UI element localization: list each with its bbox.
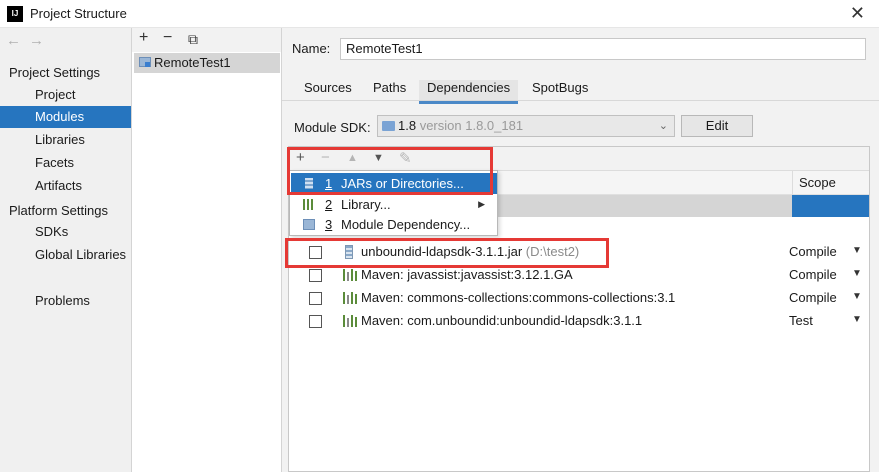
- nav-item-problems[interactable]: Problems: [0, 290, 131, 312]
- edit-pencil-icon[interactable]: ✎: [399, 149, 412, 167]
- dependency-name: unboundid-ldapsdk-3.1.1.jar: [361, 244, 523, 259]
- table-row[interactable]: Maven: com.unboundid:unboundid-ldapsdk:3…: [289, 310, 869, 333]
- tab-paths[interactable]: Paths: [373, 80, 406, 95]
- module-toolbar: + − ⧉: [132, 28, 281, 52]
- dependency-path: (D:\test2): [525, 244, 580, 259]
- menu-item-label: JARs or Directories...: [341, 176, 464, 191]
- remove-module-icon[interactable]: −: [163, 29, 172, 47]
- export-checkbox[interactable]: [309, 292, 322, 305]
- nav-group-platform-settings: Platform Settings: [9, 203, 108, 218]
- nav-item-facets[interactable]: Facets: [0, 152, 131, 174]
- move-up-icon[interactable]: ▲: [347, 152, 358, 164]
- module-icon: [139, 57, 151, 67]
- scope-dropdown-icon[interactable]: ▼: [852, 245, 862, 256]
- edit-sdk-button[interactable]: Edit: [681, 115, 753, 137]
- name-label: Name:: [292, 41, 331, 56]
- back-arrow-icon[interactable]: ←: [6, 32, 29, 49]
- module-name-input[interactable]: RemoteTest1: [340, 38, 866, 60]
- add-dependency-popup: 1 JARs or Directories... 2 Library... ▶ …: [289, 170, 498, 236]
- tab-sources[interactable]: Sources: [304, 80, 352, 95]
- intellij-app-icon: IJ: [7, 6, 23, 22]
- menu-item-jars-or-directories[interactable]: 1 JARs or Directories...: [291, 173, 497, 194]
- menu-item-number: 1: [325, 176, 333, 191]
- sdk-version: version 1.8.0_181: [419, 118, 524, 133]
- module-tree: + − ⧉ RemoteTest1: [132, 28, 282, 472]
- sdk-folder-icon: [382, 121, 395, 131]
- nav-item-sdks[interactable]: SDKs: [0, 221, 131, 243]
- nav-item-modules[interactable]: Modules: [0, 106, 131, 128]
- module-icon: [303, 219, 315, 230]
- remove-dependency-icon[interactable]: −: [321, 149, 330, 166]
- dependency-scope: Test: [789, 313, 813, 328]
- title-bar: IJ Project Structure ✕: [0, 0, 879, 28]
- move-down-icon[interactable]: ▼: [373, 152, 384, 164]
- table-row[interactable]: Maven: commons-collections:commons-colle…: [289, 287, 869, 310]
- library-icon: [343, 292, 357, 304]
- menu-item-number: 2: [325, 197, 333, 212]
- add-dependency-icon[interactable]: +: [296, 149, 305, 166]
- dependency-scope: Compile: [789, 267, 837, 282]
- table-row[interactable]: unboundid-ldapsdk-3.1.1.jar (D:\test2) C…: [289, 241, 869, 264]
- nav-item-libraries[interactable]: Libraries: [0, 129, 131, 151]
- library-icon: [343, 269, 357, 281]
- table-row[interactable]: Maven: javassist:javassist:3.12.1.GA Com…: [289, 264, 869, 287]
- dependency-name: Maven: com.unboundid:unboundid-ldapsdk:3…: [361, 313, 643, 328]
- menu-item-label: Library...: [341, 197, 391, 212]
- dependency-scope: Compile: [789, 244, 837, 259]
- copy-module-icon[interactable]: ⧉: [188, 31, 198, 48]
- library-icon: [303, 199, 315, 210]
- settings-nav: ←→ Project Settings Project Modules Libr…: [0, 28, 132, 472]
- dependencies-toolbar: + − ▲ ▼ ✎: [289, 147, 869, 171]
- dependency-scope: Compile: [789, 290, 837, 305]
- add-module-icon[interactable]: +: [139, 29, 148, 47]
- nav-item-global-libraries[interactable]: Global Libraries: [0, 244, 131, 266]
- nav-group-project-settings: Project Settings: [9, 65, 101, 80]
- nav-arrows: ←→: [6, 32, 52, 49]
- jar-icon: [305, 178, 313, 189]
- submenu-arrow-icon: ▶: [478, 199, 485, 209]
- menu-item-number: 3: [325, 217, 333, 232]
- tab-spotbugs[interactable]: SpotBugs: [532, 80, 588, 95]
- menu-item-library[interactable]: 2 Library... ▶: [291, 194, 497, 215]
- menu-item-label: Module Dependency...: [341, 217, 471, 232]
- window-title: Project Structure: [30, 6, 127, 21]
- forward-arrow-icon[interactable]: →: [29, 32, 52, 49]
- sdk-value: 1.8: [398, 118, 417, 133]
- module-sdk-label: Module SDK:: [294, 120, 371, 135]
- dependency-name: Maven: javassist:javassist:3.12.1.GA: [361, 267, 573, 282]
- scope-column-header[interactable]: Scope: [792, 171, 869, 195]
- export-checkbox[interactable]: [309, 246, 322, 259]
- library-icon: [343, 315, 357, 327]
- chevron-down-icon: ⌄: [658, 120, 668, 132]
- close-icon[interactable]: ✕: [850, 3, 865, 24]
- scope-dropdown-icon[interactable]: ▼: [852, 291, 862, 302]
- scope-dropdown-icon[interactable]: ▼: [852, 314, 862, 325]
- tabs-divider: [282, 100, 879, 101]
- menu-item-module-dependency[interactable]: 3 Module Dependency...: [291, 214, 497, 235]
- nav-item-project[interactable]: Project: [0, 84, 131, 106]
- export-checkbox[interactable]: [309, 269, 322, 282]
- scope-dropdown-icon[interactable]: ▼: [852, 268, 862, 279]
- module-sdk-select[interactable]: 1.8 version 1.8.0_181 ⌄: [377, 115, 675, 137]
- module-item-label: RemoteTest1: [154, 55, 231, 70]
- dependency-label: unboundid-ldapsdk-3.1.1.jar (D:\test2): [361, 244, 579, 259]
- module-details: Name: RemoteTest1 Sources Paths Dependen…: [282, 28, 879, 472]
- module-item-remotetest1[interactable]: RemoteTest1: [134, 53, 280, 73]
- jar-icon: [345, 245, 353, 259]
- export-checkbox[interactable]: [309, 315, 322, 328]
- selected-row-scope-cell: [792, 195, 869, 217]
- dependency-name: Maven: commons-collections:commons-colle…: [361, 290, 676, 305]
- nav-item-artifacts[interactable]: Artifacts: [0, 175, 131, 197]
